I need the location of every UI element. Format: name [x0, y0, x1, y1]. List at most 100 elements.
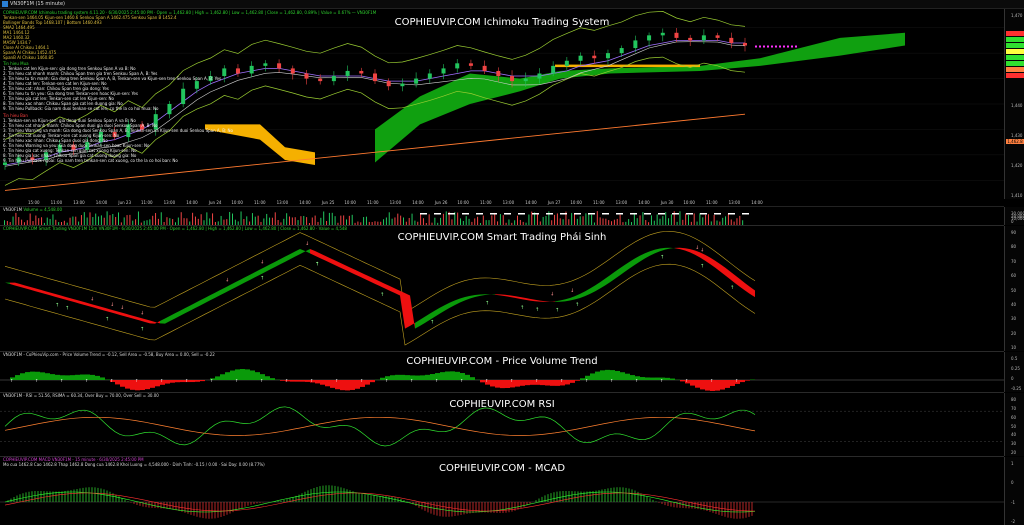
smart-ribbon-segment [540, 300, 545, 302]
volume-bar [639, 215, 641, 225]
smart-trading-legend: COPHIEUVIP.COM Smart Trading VN30F1M 15m… [3, 226, 347, 231]
volume-bar [619, 214, 621, 225]
volume-bar [417, 221, 419, 225]
pvt-negative-area [200, 380, 205, 382]
ichimoku-pane[interactable]: COPHIEUVIP.COM Ichimoku Trading System C… [0, 9, 1004, 200]
pvt-negative-area [115, 380, 120, 385]
window-titlebar: VN30F1M (15 minute) [0, 0, 1024, 9]
volume-marker [518, 213, 525, 215]
volume-bar [115, 216, 117, 225]
volume-marker [434, 213, 441, 215]
smart-ribbon-segment [380, 281, 385, 289]
pvt-negative-area [745, 380, 750, 381]
volume-bar [43, 222, 45, 225]
pvt-axis[interactable]: 0.5 0.25 0 -0.25 [1004, 352, 1024, 392]
volume-bar [26, 220, 28, 225]
smart-ribbon-segment [90, 303, 95, 308]
rsi-pane[interactable]: VN30F1M · RSI = 51.56, RSIMA = 60.34, Ov… [0, 393, 1004, 457]
buy-signal-line: 9. Tin hieu Pullback: Gia nam duoi tenka… [3, 106, 159, 111]
volume-axis[interactable]: 30,000 20,000 10,000 0 [1004, 207, 1024, 225]
volume-bar [408, 217, 410, 225]
volume-bar [608, 220, 610, 225]
pvt-positive-area [20, 373, 25, 380]
volume-bar [92, 217, 94, 225]
volume-bar [571, 213, 573, 225]
rsi-tick-label: 20 [1011, 450, 1017, 455]
pvt-positive-area [615, 370, 620, 380]
volume-bar [525, 222, 527, 225]
smart-ribbon-segment [330, 258, 335, 266]
pvt-positive-area [40, 372, 45, 380]
sell-arrow: ↓ [695, 245, 699, 251]
smart-ribbon-segment [240, 277, 245, 285]
volume-bar [123, 217, 125, 225]
smart-ribbon-segment [650, 249, 655, 256]
smart-ribbon-segment [225, 284, 230, 293]
pvt-positive-area [445, 371, 450, 380]
smart-ribbon-segment [500, 294, 505, 297]
macd-pane[interactable]: COPHIEUVIP.COM MACD VN30F1M - 15 minute … [0, 457, 1004, 525]
sell-signal-line: 9. Tin hieu Pullback ngoai: Gia nam tren… [3, 158, 178, 163]
pvt-pane[interactable]: ↑ ↑ ↑ ↑ ↑ ↑ ↑ ↑ ↑ ↑ ↑ ↑ ↑ ↑ ↑ ↑ ↑ ↑ ↑ ↑ ↑ ↑ ↑ ↑ ↑ ↑ ↑ ↑ ↑ ↑ VN30F1M -… [0, 352, 1004, 393]
candle-down [468, 63, 473, 66]
pvt-signal-arrow: ↑ [360, 378, 363, 383]
pvt-negative-area [715, 380, 720, 391]
volume-bar [414, 220, 416, 225]
pvt-signal-arrow: ↑ [610, 378, 613, 383]
pvt-positive-area [45, 373, 50, 380]
pvt-signal-arrow: ↑ [585, 378, 588, 383]
time-tick-label: 13:00 [615, 200, 628, 205]
smart-ribbon-segment [165, 315, 170, 324]
volume-bar [670, 214, 672, 225]
smart-ribbon-segment [495, 294, 500, 296]
volume-bar [542, 216, 544, 225]
smart-trading-title: COPHIEUVIP.COM Smart Trading Phái Sinh [397, 232, 607, 243]
pvt-positive-area [15, 375, 20, 380]
time-tick-label: 11:00 [706, 200, 718, 205]
volume-bar [710, 221, 712, 225]
smart-ribbon-segment [415, 319, 420, 329]
pvt-positive-area [220, 374, 225, 380]
pvt-positive-area [465, 374, 470, 380]
volume-value: Volume = 4,548.00 [23, 207, 62, 212]
volume-bar [727, 213, 729, 225]
smart-trading-axis[interactable]: 90 80 70 60 50 40 30 20 10 [1004, 226, 1024, 351]
smart-ribbon-segment [745, 283, 750, 294]
volume-bar [271, 217, 273, 225]
volume-bar [334, 216, 336, 225]
volume-marker [504, 213, 511, 215]
sell-arrow: ↓ [120, 305, 124, 311]
volume-pane[interactable]: VN30F1M Volume = 4,548.00 [0, 207, 1004, 226]
volume-bar [403, 217, 404, 225]
candle-up [660, 32, 665, 36]
volume-bar [468, 218, 470, 225]
smart-ribbon-segment [730, 271, 735, 284]
volume-bar [354, 222, 356, 225]
rsi-axis[interactable]: 80 70 60 50 40 30 20 [1004, 393, 1024, 456]
smart-ribbon-segment [150, 320, 155, 324]
volume-bar [103, 217, 105, 225]
volume-bar [106, 211, 108, 225]
volume-bar [214, 221, 216, 225]
smart-ribbon-segment [20, 284, 25, 289]
macd-axis[interactable]: 1 0 -1 -2 [1004, 457, 1024, 525]
volume-bar [118, 212, 119, 225]
pvt-negative-area [315, 380, 320, 384]
volume-bar [283, 218, 285, 225]
time-axis[interactable]: 15:00 11:00 13:00 14:00 Jun 23 11:00 13:00 14:0… [0, 199, 1004, 207]
time-tick-label: 10:00 [344, 200, 356, 205]
pvt-negative-area [540, 380, 545, 386]
volume-chart [4, 211, 749, 225]
volume-bar [388, 212, 390, 225]
volume-bar [180, 212, 182, 225]
smart-ribbon-segment [665, 247, 670, 250]
volume-marker [714, 213, 721, 215]
smart-ribbon-segment [625, 261, 630, 272]
ichimoku-price-axis[interactable]: 1,4701,4601,4501,4401,4301,4201,4101,462… [1004, 9, 1024, 199]
volume-bar [497, 221, 499, 225]
smart-trading-pane[interactable]: ↓ ↑ ↓ ↑ ↑ ↓ ↑ ↓ ↓ ↑ ↑ ↑ ↓ ↓ ↑ ↑ ↓ ↓ ↑ ↑ ↓ ↓ ↑ ↑ ↑ ↑ ↑ ↑ COPHIEUVIP.… [0, 226, 1004, 352]
volume-bar [383, 219, 385, 225]
volume-bar [522, 221, 524, 225]
smart-tick-label: 30 [1011, 316, 1017, 322]
volume-bar [725, 216, 727, 225]
